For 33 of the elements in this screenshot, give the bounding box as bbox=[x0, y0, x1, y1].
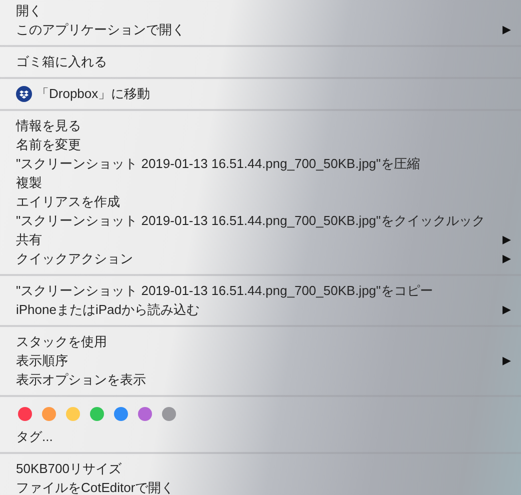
menu-item[interactable]: ファイルをCotEditorで開く bbox=[16, 478, 511, 495]
menu-item[interactable]: 名前を変更 bbox=[16, 136, 511, 154]
menu-item[interactable]: このアプリケーションで開く bbox=[16, 20, 503, 38]
menu-item[interactable]: 開く bbox=[16, 2, 511, 20]
menu-item[interactable]: "スクリーンショット 2019-01-13 16.51.44.png_700_50KB.jpg"をクイックルック bbox=[16, 212, 511, 230]
menu-item[interactable]: ゴミ箱に入れる bbox=[16, 52, 511, 70]
menu-item[interactable]: 複製 bbox=[16, 174, 511, 192]
menu-item[interactable]: 50KB700リサイズ bbox=[16, 460, 511, 478]
menu-item[interactable]: エイリアスを作成 bbox=[16, 192, 511, 210]
tag-color-dot[interactable] bbox=[18, 407, 32, 421]
menu-item[interactable]: "スクリーンショット 2019-01-13 16.51.44.png_700_50KB.jpg"を圧縮 bbox=[16, 154, 511, 172]
tag-color-dot[interactable] bbox=[162, 407, 176, 421]
menu-item[interactable]: クイックアクション bbox=[16, 250, 503, 268]
menu-item[interactable]: 情報を見る bbox=[16, 116, 511, 134]
menu-item[interactable]: スタックを使用 bbox=[16, 332, 511, 350]
submenu-arrow: ▶ bbox=[502, 303, 511, 316]
menu-item[interactable]: 共有 bbox=[16, 230, 503, 248]
dropbox-icon bbox=[16, 86, 32, 102]
menu-item[interactable]: 表示オプションを表示 bbox=[16, 370, 511, 388]
tag-color-dot[interactable] bbox=[138, 407, 152, 421]
tag-color-dot[interactable] bbox=[66, 407, 80, 421]
menu-item[interactable]: 「Dropbox」に移動 bbox=[36, 84, 511, 102]
menu-item[interactable]: タグ... bbox=[16, 428, 511, 446]
submenu-arrow: ▶ bbox=[502, 233, 511, 246]
tag-color-dot[interactable] bbox=[42, 407, 56, 421]
menu-item[interactable]: 表示順序 bbox=[16, 352, 503, 370]
submenu-arrow: ▶ bbox=[502, 354, 511, 367]
submenu-arrow: ▶ bbox=[502, 252, 511, 265]
menu-item[interactable]: "スクリーンショット 2019-01-13 16.51.44.png_700_50KB.jpg"をコピー bbox=[16, 282, 511, 300]
tag-color-dot[interactable] bbox=[114, 407, 128, 421]
submenu-arrow: ▶ bbox=[502, 23, 511, 36]
menu-item[interactable]: iPhoneまたはiPadから読み込む bbox=[16, 300, 503, 318]
tag-color-dot[interactable] bbox=[90, 407, 104, 421]
